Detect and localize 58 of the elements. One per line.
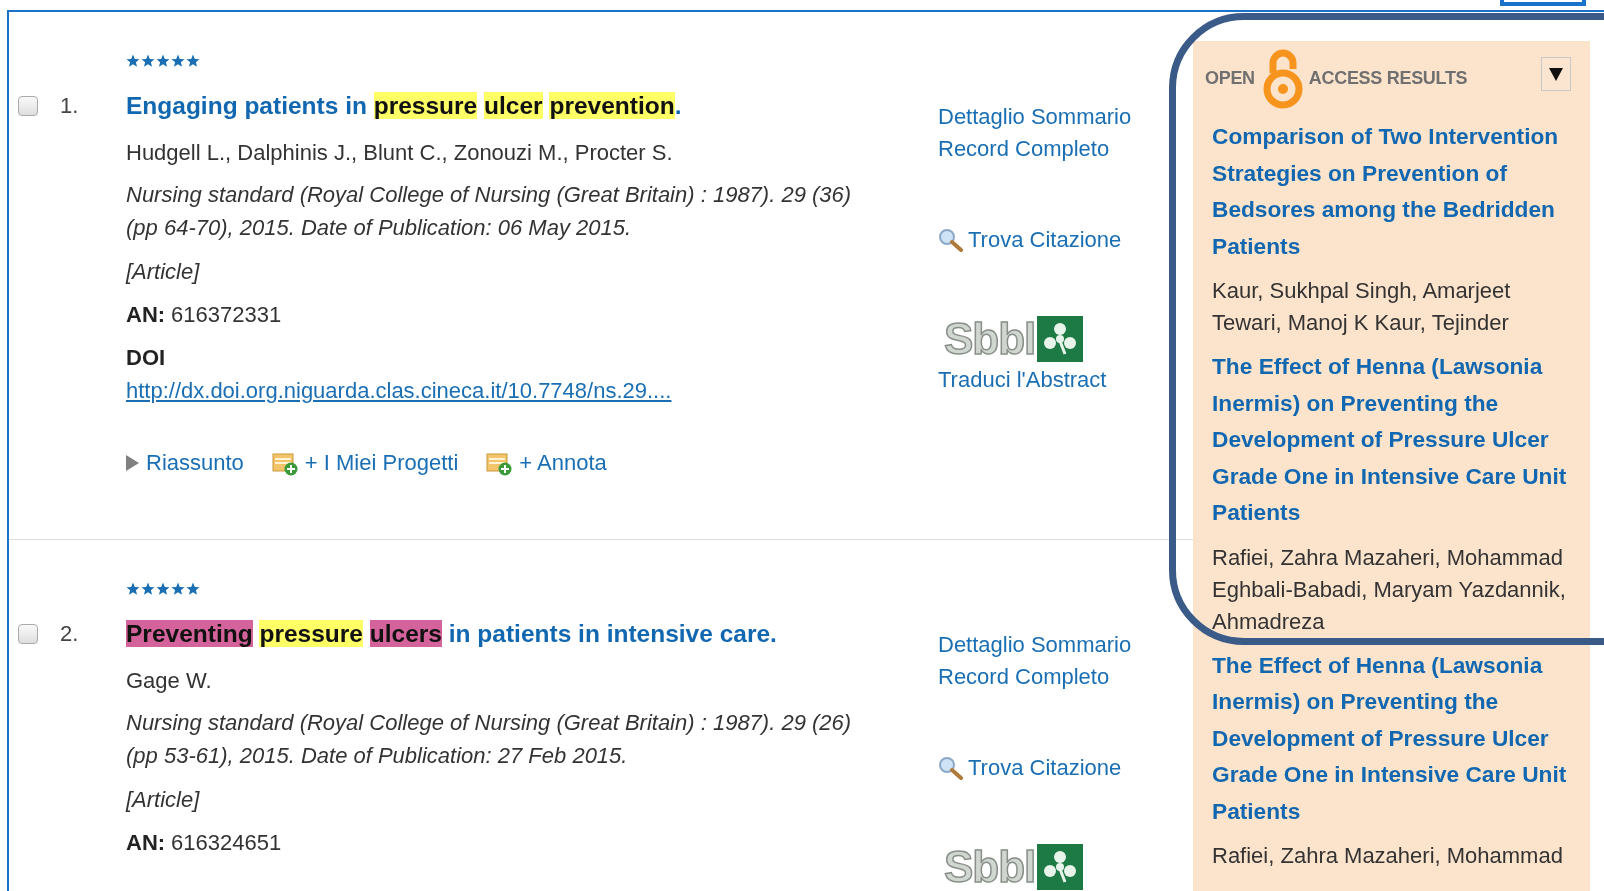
article-title-link[interactable]: Comparison of Two Intervention Strategies on Prevention of Bedsores among the Bedridden Patients xyxy=(1212,118,1569,264)
logo-text: Sbbl xyxy=(944,316,1036,362)
record-title-link[interactable]: Preventing pressure ulcers in patients in intensive care. xyxy=(126,619,886,649)
star-icon xyxy=(171,54,185,68)
dropdown-button[interactable] xyxy=(1541,57,1571,91)
result-number: 2. xyxy=(60,621,79,646)
doi-label: DOI xyxy=(126,344,166,372)
publication-type: [Article] xyxy=(126,786,201,814)
star-icon xyxy=(126,582,140,596)
action-link[interactable]: Riassunto xyxy=(146,449,244,477)
star-icon xyxy=(156,54,170,68)
star-icon xyxy=(186,54,200,68)
search-icon xyxy=(938,756,964,780)
side-link[interactable]: Dettaglio Sommario xyxy=(938,101,1132,133)
star-icon xyxy=(186,582,200,596)
logo-text: Sbbl xyxy=(944,844,1036,890)
clover-logo-icon xyxy=(1037,316,1084,362)
side-link[interactable]: Record Completo xyxy=(938,133,1110,165)
open-label: OPEN xyxy=(1205,67,1255,89)
action-link[interactable]: + I Miei Progetti xyxy=(304,449,459,477)
authors-text: Hudgell L., Dalphinis J., Blunt C., Zonouzi M., Procter S. xyxy=(126,139,674,167)
translate-link[interactable]: Traduci l'Abstract xyxy=(938,364,1107,396)
star-icon xyxy=(141,54,155,68)
accession-number: 616324651 xyxy=(171,829,282,857)
note-add-icon xyxy=(486,450,513,476)
checkbox[interactable] xyxy=(18,96,38,116)
caret-icon xyxy=(1549,67,1563,81)
clover-logo-icon xyxy=(1037,844,1084,890)
record-title-link[interactable]: Engaging patients in pressure ulcer prevention. xyxy=(126,91,886,121)
access-results-label: ACCESS RESULTS xyxy=(1308,67,1468,89)
triangle-icon xyxy=(126,455,139,471)
authors-text: Rafiei, Zahra Mazaheri, Mohammad xyxy=(1212,842,1564,870)
side-link[interactable]: Dettaglio Sommario xyxy=(938,629,1132,661)
source-text: Nursing standard (Royal College of Nursing (Great Britain) : 1987). 29 (36) (pp 64-70), 2015. Date of Publication: 06 May 2015. xyxy=(126,181,853,242)
star-icon xyxy=(156,582,170,596)
checkbox[interactable] xyxy=(18,624,38,644)
star-icon xyxy=(171,582,185,596)
star-icon xyxy=(141,582,155,596)
authors-text: Rafiei, Zahra Mazaheri, Mohammad Eghbali-Babadi, Maryam Yazdannik, Ahmadreza xyxy=(1212,543,1567,636)
accession-number: 616372331 xyxy=(171,301,282,329)
authors-text: Kaur, Sukhpal Singh, Amarjeet Tewari, Manoj K Kaur, Tejinder xyxy=(1212,277,1512,337)
padlock-icon xyxy=(1262,47,1303,109)
find-citation-link[interactable]: Trova Citazione xyxy=(968,752,1122,784)
publication-type: [Article] xyxy=(126,258,201,286)
search-icon xyxy=(938,228,964,252)
note-add-icon xyxy=(271,450,298,476)
source-text: Nursing standard (Royal College of Nursing (Great Britain) : 1987). 29 (26) (pp 53-61), 2015. Date of Publication: 27 Feb 2015. xyxy=(126,709,853,770)
doi-link[interactable]: http://dx.doi.org.niguarda.clas.cineca.it/10.7748/ns.29.... xyxy=(126,378,672,403)
accession-label: AN: xyxy=(126,301,166,329)
article-title-link[interactable]: The Effect of Henna (Lawsonia Inermis) on Preventing the Development of Pressure Ulcer Grade One in Intensive Care Unit Patients xyxy=(1212,646,1569,829)
action-link[interactable]: + Annota xyxy=(519,449,607,477)
article-title-link[interactable]: The Effect of Henna (Lawsonia Inermis) on Preventing the Development of Pressure Ulcer Grade One in Intensive Care Unit Patients xyxy=(1212,348,1569,531)
star-icon xyxy=(126,54,140,68)
side-link[interactable]: Record Completo xyxy=(938,661,1110,693)
accession-label: AN: xyxy=(126,829,166,857)
authors-text: Gage W. xyxy=(126,667,213,695)
find-citation-link[interactable]: Trova Citazione xyxy=(968,224,1122,256)
result-number: 1. xyxy=(60,93,79,118)
